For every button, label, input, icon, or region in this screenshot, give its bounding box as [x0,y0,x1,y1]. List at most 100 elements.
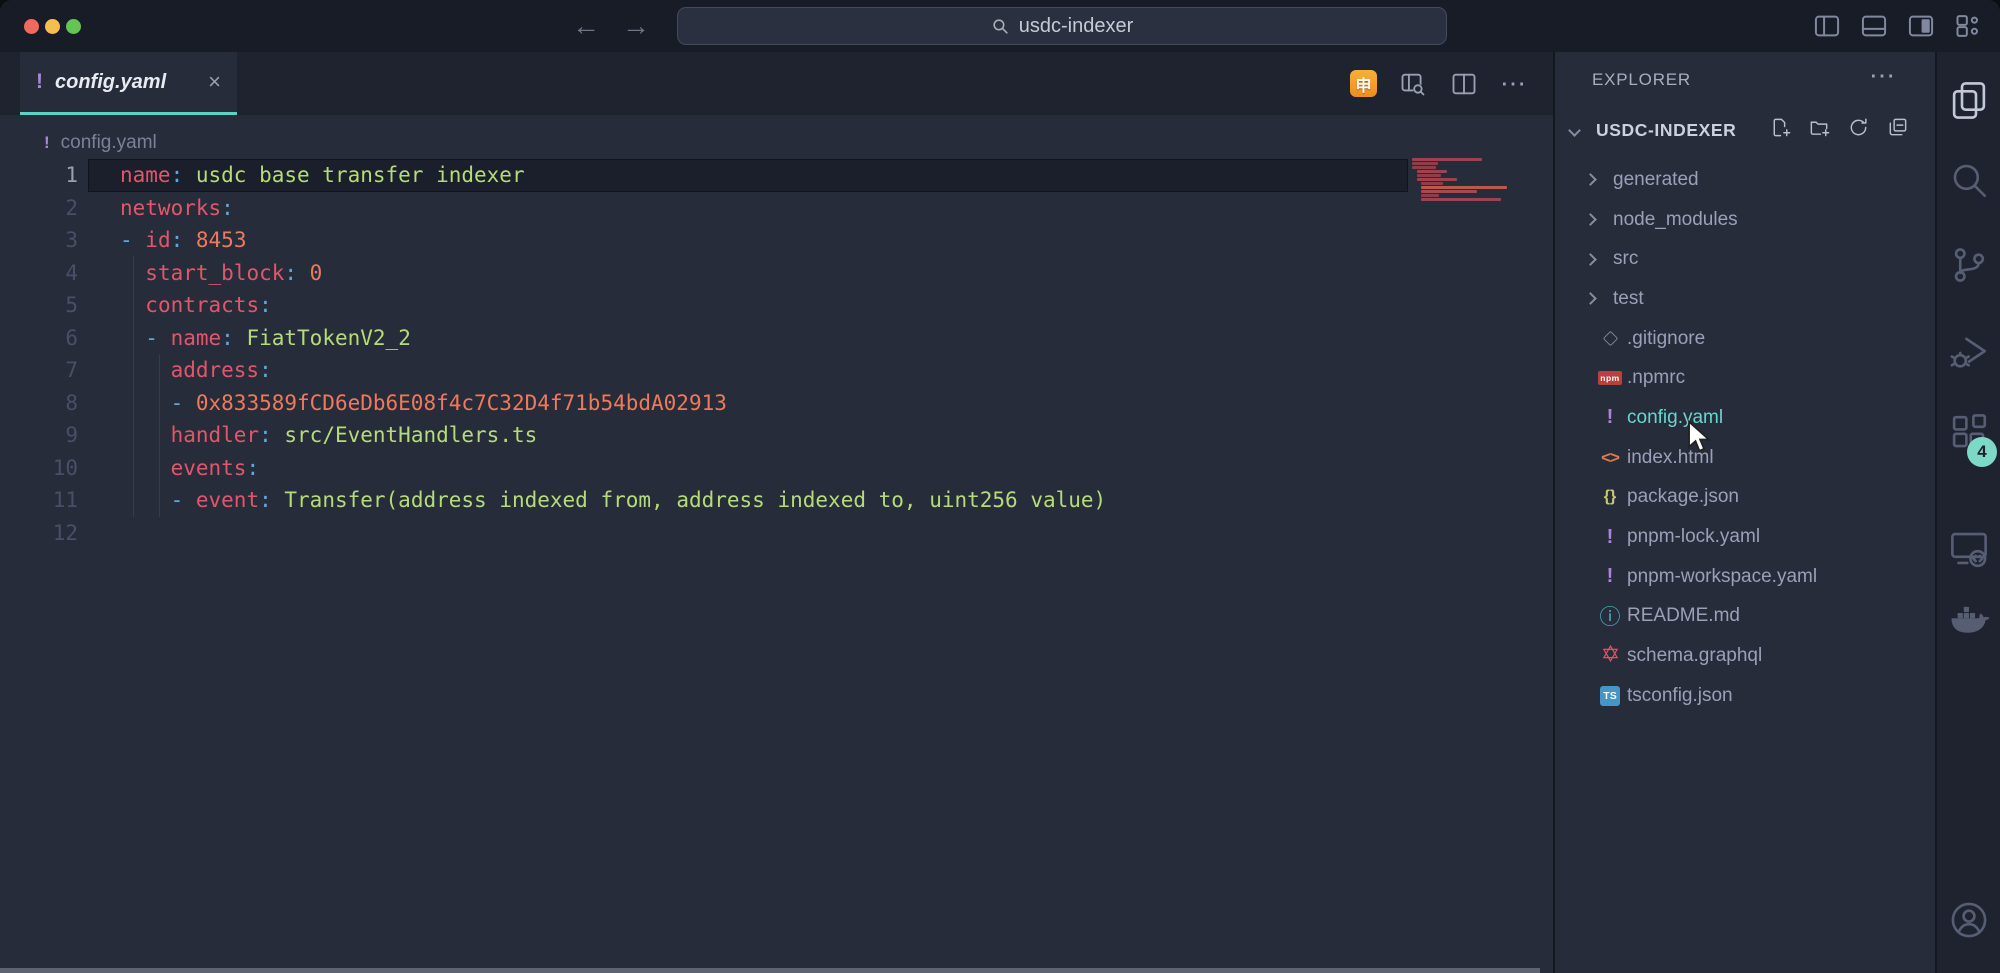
command-center-search[interactable]: usdc-indexer [677,7,1447,45]
tree-file-pnpm-lock.yaml[interactable]: !pnpm-lock.yaml [1555,517,1935,557]
new-file-icon[interactable] [1769,116,1792,144]
code-line-text: - name: FiatTokenV2_2 [120,326,411,350]
yaml-warning-icon: ! [1597,526,1623,549]
panel-bottom-icon[interactable] [1860,12,1888,40]
code-line-12[interactable]: 12 [0,517,1413,550]
tree-item-label: node_modules [1613,209,1738,231]
tree-file-schema.graphql[interactable]: schema.graphql [1555,636,1935,676]
chevron-right-icon [1584,173,1597,186]
forward-arrow-icon[interactable]: → [616,8,656,44]
new-folder-icon[interactable] [1808,116,1831,144]
project-name: USDC-INDEXER [1596,120,1736,141]
minimap-line [1421,194,1439,197]
chevron-right-icon [1584,253,1597,266]
code-line-text: address: [120,358,272,382]
explorer-files-icon[interactable] [1947,78,1991,122]
tree-file-package.json[interactable]: {}package.json [1555,478,1935,518]
line-number: 3 [0,228,78,252]
preview-icon[interactable] [1398,69,1428,99]
account-icon[interactable] [1947,898,1991,942]
vscode-window: ← → usdc-indexer ! config.yaml × 申⋯ ! co… [0,0,2000,973]
tab-bar: ! config.yaml × 申⋯ [0,52,1553,115]
npm-file-icon: npm [1597,371,1623,385]
panel-right-filled-icon[interactable] [1907,12,1935,40]
split-editor-icon[interactable] [1449,69,1479,99]
tree-file-pnpm-workspace.yaml[interactable]: !pnpm-workspace.yaml [1555,557,1935,597]
project-root-row[interactable]: USDC-INDEXER [1555,110,1935,150]
minimap-line [1412,166,1436,169]
close-icon[interactable]: × [208,71,221,93]
traffic-minimize-button[interactable] [45,19,60,34]
code-line-text: - 0x833589fCD6eDb6E08f4c7C32D4f71b54bdA0… [120,391,727,415]
tree-item-label: package.json [1627,486,1739,508]
line-number: 2 [0,196,78,220]
tree-file-tsconfig.json[interactable]: TStsconfig.json [1555,676,1935,716]
tree-folder-generated[interactable]: generated [1555,160,1935,200]
code-line-5[interactable]: 5 contracts: [0,289,1413,322]
docker-icon[interactable] [1947,598,1991,642]
bottom-progress-bar [0,968,1540,973]
refresh-icon[interactable] [1847,116,1870,144]
code-line-text: name: usdc base transfer indexer [120,163,525,187]
traffic-close-button[interactable] [24,19,39,34]
line-number: 6 [0,326,78,350]
code-line-6[interactable]: 6 - name: FiatTokenV2_2 [0,322,1413,355]
line-number: 11 [0,488,78,512]
tree-item-label: pnpm-lock.yaml [1627,526,1760,548]
breadcrumb[interactable]: ! config.yaml [44,126,157,160]
minimap-line [1417,174,1441,177]
line-number: 7 [0,358,78,382]
line-number: 1 [0,163,78,187]
chevron-right-icon [1584,293,1597,306]
minimap-line [1412,162,1438,165]
tree-file-config.yaml[interactable]: !config.yaml [1555,398,1935,438]
code-line-9[interactable]: 9 handler: src/EventHandlers.ts [0,419,1413,452]
tree-item-label: src [1613,248,1638,270]
code-line-8[interactable]: 8 - 0x833589fCD6eDb6E08f4c7C32D4f71b54bd… [0,387,1413,420]
tree-folder-node_modules[interactable]: node_modules [1555,200,1935,240]
git-file-icon [1597,333,1623,344]
mouse-cursor [1684,420,1712,459]
minimap[interactable] [1412,158,1548,202]
tree-folder-src[interactable]: src [1555,239,1935,279]
line-number: 12 [0,521,78,545]
yaml-warning-icon: ! [44,133,50,153]
layout-grid-icon[interactable] [1954,12,1982,40]
editor-toolbar: 申⋯ [1350,52,1527,115]
line-number: 5 [0,293,78,317]
code-line-7[interactable]: 7 address: [0,354,1413,387]
json-file-icon: {} [1597,488,1623,506]
tree-file-index.html[interactable]: <>index.html [1555,438,1935,478]
tree-item-label: .gitignore [1627,328,1705,350]
traffic-zoom-button[interactable] [66,19,81,34]
run-debug-icon[interactable] [1947,330,1991,374]
code-line-1[interactable]: 1 name: usdc base transfer indexer [0,159,1413,192]
code-line-10[interactable]: 10 events: [0,452,1413,485]
split-left-icon[interactable] [1813,12,1841,40]
file-tree: generated node_modulessrc test .gitignore np… [1555,160,1935,716]
tree-file-.npmrc[interactable]: npm.npmrc [1555,358,1935,398]
tree-file-.gitignore[interactable]: .gitignore [1555,319,1935,359]
code-line-4[interactable]: 4 start_block: 0 [0,257,1413,290]
remote-explorer-icon[interactable] [1947,526,1991,570]
code-line-3[interactable]: 3- id: 8453 [0,224,1413,257]
source-control-icon[interactable] [1947,243,1991,287]
chevron-right-icon [1584,213,1597,226]
code-line-2[interactable]: 2 networks: [0,192,1413,225]
more-actions-icon[interactable]: ⋯ [1869,60,1895,91]
back-arrow-icon[interactable]: ← [566,8,606,44]
tree-folder-test[interactable]: test [1555,279,1935,319]
code-line-text: contracts: [120,293,272,317]
explorer-title: EXPLORER [1592,70,1691,90]
collapse-all-icon[interactable] [1886,116,1909,144]
code-line-text: networks: [120,196,234,220]
tree-file-README.md[interactable]: ⓘREADME.md [1555,597,1935,637]
code-line-text: - event: Transfer(address indexed from, … [120,488,1106,512]
code-line-11[interactable]: 11 - event: Transfer(address indexed fro… [0,484,1413,517]
more-actions-icon[interactable]: ⋯ [1500,68,1527,99]
search-icon[interactable] [1947,158,1991,202]
search-value: usdc-indexer [1019,15,1134,38]
tab-config-yaml[interactable]: ! config.yaml × [20,52,237,115]
code-editor[interactable]: 1 name: usdc base transfer indexer 2 networ… [0,159,1413,549]
ideograph-badge-icon[interactable]: 申 [1350,70,1377,97]
